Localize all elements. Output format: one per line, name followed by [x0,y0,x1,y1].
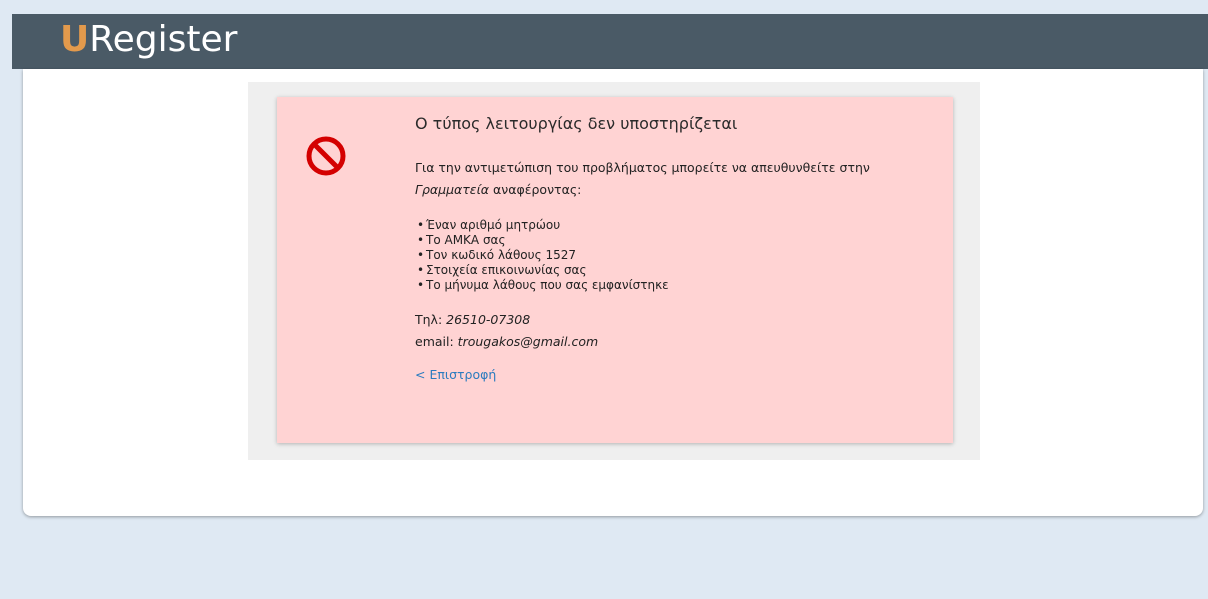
error-text: Ο τύπος λειτουργίας δεν υποστηρίζεται Γι… [415,111,935,383]
contact-phone: Τηλ: 26510-07308 [415,309,935,331]
app-header: URegister [12,14,1208,69]
intro-text: Για την αντιμετώπιση του προβλήματος μπο… [415,160,870,175]
app-logo[interactable]: URegister [60,18,237,62]
email-value: trougakos@gmail.com [457,334,599,349]
email-label: email: [415,334,458,349]
phone-value: 26510-07308 [446,312,531,327]
error-box: Ο τύπος λειτουργίας δεν υποστηρίζεται Γι… [277,97,953,443]
logo-letter: U [60,19,90,60]
list-item: Στοιχεία επικοινωνίας σας [415,263,935,278]
error-title: Ο τύπος λειτουργίας δεν υποστηρίζεται [415,114,738,133]
content-card: Ο τύπος λειτουργίας δεν υποστηρίζεται Γι… [23,69,1203,516]
contact-email: email: trougakos@gmail.com [415,331,935,353]
list-item: Τον κωδικό λάθους 1527 [415,248,935,263]
list-item: Το ΑΜΚΑ σας [415,233,935,248]
error-intro: Για την αντιμετώπιση του προβλήματος μπο… [415,157,935,201]
intro-italic: Γραμματεία [415,182,490,197]
list-item: Έναν αριθμό μητρώου [415,218,935,233]
no-entry-icon [306,136,346,176]
phone-label: Τηλ: [415,312,447,327]
error-panel: Ο τύπος λειτουργίας δεν υποστηρίζεται Γι… [248,82,980,460]
intro-suffix: αναφέροντας: [489,182,582,197]
logo-text: Register [89,19,238,60]
required-info-list: Έναν αριθμό μητρώου Το ΑΜΚΑ σας Τον κωδι… [415,218,935,293]
list-item: Το μήνυμα λάθους που σας εμφανίστηκε [415,278,935,293]
back-link[interactable]: < Επιστροφή [415,367,496,382]
